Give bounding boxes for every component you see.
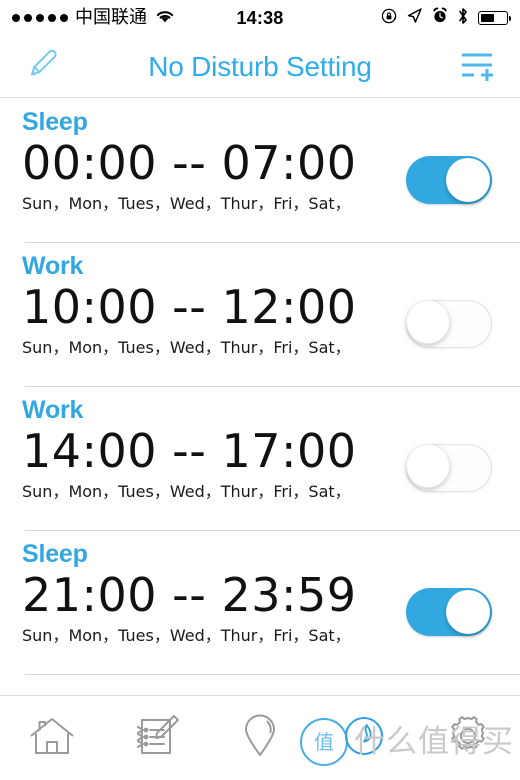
rotation-lock-icon [381,8,397,29]
tab-bar [0,695,520,780]
table-row[interactable]: Sleep 00:00 -- 07:00 Sun，Mon，Tues，Wed，Th… [0,98,520,242]
toggle-knob [446,158,490,202]
table-row[interactable]: Sleep 21:00 -- 23:59 Sun，Mon，Tues，Wed，Th… [0,530,520,674]
bell-circle-icon [338,711,390,766]
tab-settings[interactable] [416,696,520,780]
add-schedule-button[interactable] [450,42,502,92]
schedule-list: Sleep 00:00 -- 07:00 Sun，Mon，Tues，Wed，Th… [0,98,520,675]
table-row[interactable]: Work 14:00 -- 17:00 Sun，Mon，Tues，Wed，Thu… [0,386,520,530]
alarm-clock-icon [432,7,448,29]
location-pin-icon [237,712,283,765]
edit-button[interactable] [18,42,70,92]
notepad-pen-icon [130,712,182,765]
tab-notes[interactable] [104,696,208,780]
schedule-time-range: 14:00 -- 17:00 [22,423,357,478]
schedule-toggle[interactable] [406,588,492,636]
home-icon [26,712,78,765]
toggle-knob [446,590,490,634]
schedule-toggle[interactable] [406,300,492,348]
nav-bar: No Disturb Setting [0,36,520,98]
schedule-time-range: 10:00 -- 12:00 [22,279,357,334]
schedule-time-range: 21:00 -- 23:59 [22,567,357,622]
toggle-knob [406,444,450,488]
toggle-knob [406,300,450,344]
list-divider [25,674,520,675]
status-bar: 中国联通 14:38 [0,0,520,36]
schedule-toggle[interactable] [406,156,492,204]
schedule-days: Sun，Mon，Tues，Wed，Thur，Fri，Sat， [22,482,351,502]
schedule-label: Sleep [22,540,88,568]
battery-icon [478,11,511,25]
status-bar-left: 中国联通 [12,8,176,29]
pencil-icon [24,44,64,89]
schedule-time-range: 00:00 -- 07:00 [22,135,357,190]
schedule-days: Sun，Mon，Tues，Wed，Thur，Fri，Sat， [22,194,351,214]
schedule-label: Sleep [22,108,88,136]
tab-location[interactable] [208,696,312,780]
bluetooth-icon [457,7,469,30]
tab-home[interactable] [0,696,104,780]
tab-alerts[interactable] [312,696,416,780]
signal-strength-icon [12,14,68,22]
row-text-block: Sleep 00:00 -- 07:00 Sun，Mon，Tues，Wed，Th… [22,108,406,213]
location-arrow-icon [406,7,423,29]
carrier-label: 中国联通 [75,7,147,28]
schedule-label: Work [22,252,84,280]
table-row[interactable]: Work 10:00 -- 12:00 Sun，Mon，Tues，Wed，Thu… [0,242,520,386]
add-list-icon [454,44,498,89]
schedule-toggle[interactable] [406,444,492,492]
row-text-block: Work 10:00 -- 12:00 Sun，Mon，Tues，Wed，Thu… [22,252,406,357]
row-text-block: Sleep 21:00 -- 23:59 Sun，Mon，Tues，Wed，Th… [22,540,406,645]
wifi-icon [154,8,176,29]
row-text-block: Work 14:00 -- 17:00 Sun，Mon，Tues，Wed，Thu… [22,396,406,501]
schedule-days: Sun，Mon，Tues，Wed，Thur，Fri，Sat， [22,338,351,358]
page-title: No Disturb Setting [148,50,372,82]
gear-icon [442,711,494,766]
schedule-label: Work [22,396,84,424]
status-bar-right [381,7,511,30]
schedule-days: Sun，Mon，Tues，Wed，Thur，Fri，Sat， [22,626,351,646]
